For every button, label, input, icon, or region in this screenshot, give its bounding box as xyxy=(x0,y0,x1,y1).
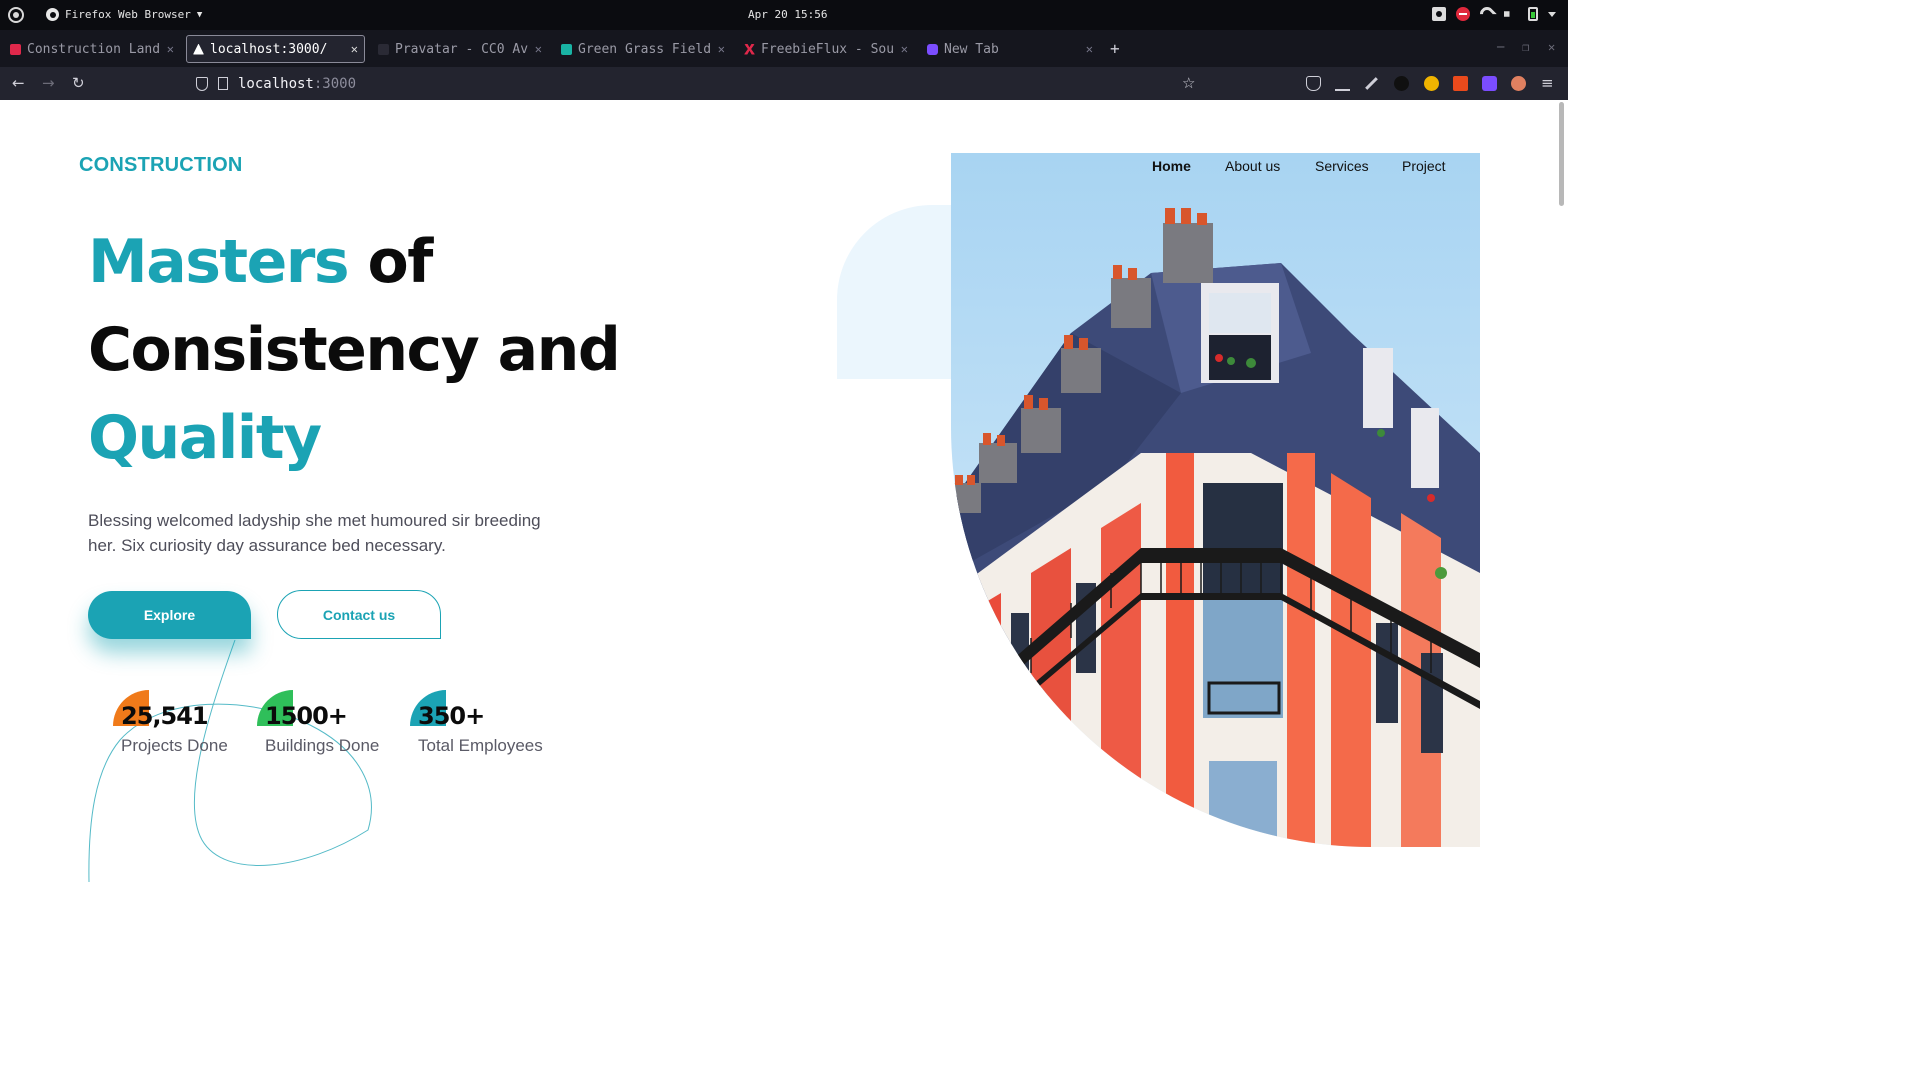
close-icon[interactable]: ✕ xyxy=(351,42,358,56)
nav-home[interactable]: Home xyxy=(1152,158,1191,174)
extension-red-icon[interactable] xyxy=(1453,76,1468,91)
tab-title: localhost:3000/ xyxy=(210,41,328,57)
system-tray[interactable] xyxy=(1432,4,1556,24)
tab-title: Pravatar - CC0 Av xyxy=(395,41,529,57)
app-menu[interactable]: Firefox Web Browser ▼ xyxy=(46,8,202,21)
close-icon[interactable]: ✕ xyxy=(167,42,174,56)
downloads-icon[interactable] xyxy=(1335,76,1350,91)
explore-button[interactable]: Explore xyxy=(88,591,251,639)
tab-favicon-icon xyxy=(744,43,755,55)
tab-favicon-icon xyxy=(561,43,572,55)
tab-favicon-icon xyxy=(10,43,21,55)
tab-strip: Construction Land ✕ localhost:3000/ ✕ Pr… xyxy=(0,30,1568,67)
hero-heading-text: of xyxy=(348,227,433,297)
close-icon[interactable]: ✕ xyxy=(901,42,908,56)
url-port: :3000 xyxy=(313,75,357,92)
hero-building-image xyxy=(951,153,1480,847)
activities-icon[interactable] xyxy=(8,7,24,23)
nav-project[interactable]: Project xyxy=(1402,158,1446,174)
page-scrollbar[interactable] xyxy=(1559,102,1564,206)
url-bar[interactable]: localhost:3000 xyxy=(192,71,1210,96)
hero-heading-accent: Masters xyxy=(88,227,350,297)
firefox-icon xyxy=(46,8,59,21)
hero-description: Blessing welcomed ladyship she met humou… xyxy=(88,511,541,555)
system-top-bar: Firefox Web Browser ▼ Apr 20 15:56 xyxy=(0,0,1568,30)
minimize-icon[interactable]: ─ xyxy=(1497,40,1504,54)
tab-new-tab[interactable]: New Tab ✕ xyxy=(921,35,1099,63)
close-icon[interactable]: ✕ xyxy=(535,42,542,56)
close-window-icon[interactable]: ✕ xyxy=(1548,40,1555,54)
eyedropper-icon[interactable] xyxy=(1365,77,1378,90)
tab-title: Green Grass Field xyxy=(578,41,712,57)
page-info-icon[interactable] xyxy=(218,77,228,90)
hamburger-menu-icon[interactable]: ≡ xyxy=(1541,75,1554,91)
clock[interactable]: Apr 20 15:56 xyxy=(748,8,827,21)
pocket-icon[interactable] xyxy=(1306,76,1321,91)
tab-title: Construction Land xyxy=(27,41,161,57)
do-not-disturb-icon[interactable] xyxy=(1456,7,1470,21)
stat-value: 350+ xyxy=(418,702,485,730)
site-brand[interactable]: CONSTRUCTION xyxy=(79,154,243,177)
stat-label: Projects Done xyxy=(121,736,228,755)
nav-services[interactable]: Services xyxy=(1315,158,1369,174)
chevron-down-icon: ▼ xyxy=(196,9,203,20)
restore-icon[interactable]: ❐ xyxy=(1522,40,1529,54)
extension-purple-icon[interactable] xyxy=(1482,76,1497,91)
stat-label: Buildings Done xyxy=(265,736,380,755)
tab-construction-landing[interactable]: Construction Land ✕ xyxy=(4,35,180,63)
hero-heading-text: Consistency and xyxy=(88,315,621,385)
tab-favicon-icon xyxy=(193,43,204,55)
volume-icon[interactable] xyxy=(1504,7,1516,21)
battery-icon[interactable] xyxy=(1528,7,1538,21)
forward-icon[interactable]: → xyxy=(42,75,55,91)
back-icon[interactable]: ← xyxy=(12,75,25,91)
navigation-toolbar: ← → ↻ localhost:3000 ☆ ≡ xyxy=(0,67,1568,100)
tab-freebieflux[interactable]: FreebieFlux - Sou ✕ xyxy=(738,35,914,63)
stat-value: 25,541 xyxy=(121,702,209,730)
extension-dark-icon[interactable] xyxy=(1394,76,1409,91)
bookmark-star-icon[interactable]: ☆ xyxy=(1182,75,1195,91)
hero-heading-accent: Quality xyxy=(88,403,322,473)
stat-buildings-done: 1500+ Buildings Done xyxy=(257,690,379,755)
tab-localhost[interactable]: localhost:3000/ ✕ xyxy=(186,35,365,63)
wifi-icon[interactable] xyxy=(1477,4,1497,24)
account-avatar-icon[interactable] xyxy=(1511,76,1526,91)
tab-green-grass[interactable]: Green Grass Field ✕ xyxy=(555,35,731,63)
app-name: Firefox Web Browser xyxy=(65,8,191,21)
stat-total-employees: 350+ Total Employees xyxy=(410,690,543,755)
stat-value: 1500+ xyxy=(265,702,348,730)
hero-heading: Masters of Consistency and Quality xyxy=(88,218,621,482)
nav-about-us[interactable]: About us xyxy=(1225,158,1280,174)
web-page: CONSTRUCTION Masters of Consistency and … xyxy=(0,100,1568,882)
chevron-down-icon[interactable] xyxy=(1548,11,1556,17)
close-icon[interactable]: ✕ xyxy=(1086,42,1093,56)
tab-favicon-icon xyxy=(378,43,389,55)
tab-pravatar[interactable]: Pravatar - CC0 Av ✕ xyxy=(372,35,548,63)
extension-yellow-icon[interactable] xyxy=(1424,76,1439,91)
reload-icon[interactable]: ↻ xyxy=(72,75,85,91)
close-icon[interactable]: ✕ xyxy=(718,42,725,56)
tab-title: New Tab xyxy=(944,41,999,57)
decorative-curve-lines xyxy=(88,640,372,882)
new-tab-button[interactable]: + xyxy=(1110,39,1120,58)
tracking-protection-shield-icon[interactable] xyxy=(196,76,208,91)
contact-us-button[interactable]: Contact us xyxy=(277,590,441,639)
stat-label: Total Employees xyxy=(418,736,543,755)
stat-projects-done: 25,541 Projects Done xyxy=(113,690,228,755)
url-host: localhost xyxy=(238,75,314,92)
tab-favicon-icon xyxy=(927,43,938,55)
tab-title: FreebieFlux - Sou xyxy=(761,41,895,57)
screenshot-icon[interactable] xyxy=(1432,7,1446,21)
